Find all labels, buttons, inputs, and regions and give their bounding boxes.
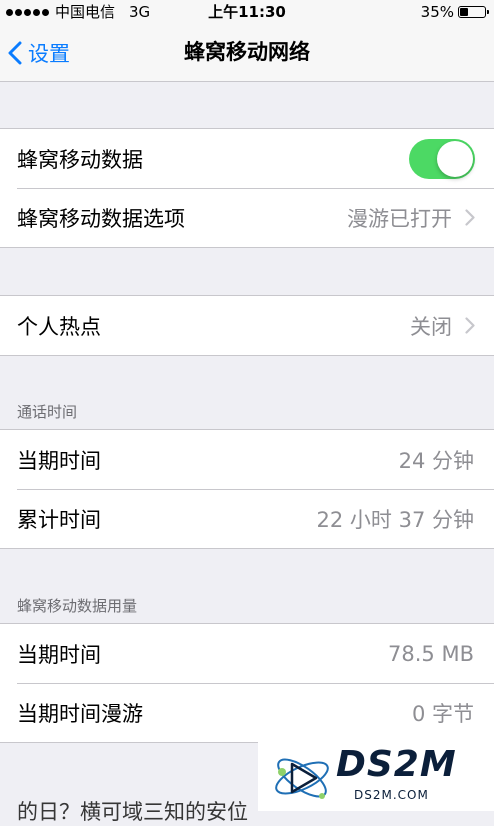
data-usage-header: 蜂窝移动数据用量	[17, 597, 138, 615]
hotspot-group: 个人热点 关闭	[0, 295, 494, 356]
battery-icon	[458, 6, 489, 18]
cellular-data-options-label: 蜂窝移动数据选项	[17, 206, 185, 231]
cellular-data-group: 蜂窝移动数据 蜂窝移动数据选项 漫游已打开	[0, 128, 494, 248]
cellular-data-options-row[interactable]: 蜂窝移动数据选项 漫游已打开	[0, 188, 494, 247]
call-time-current-row: 当期时间 24 分钟	[0, 430, 494, 489]
watermark-url: DS2M.COM	[354, 788, 429, 802]
data-usage-current-value: 78.5 MB	[388, 641, 474, 666]
chevron-right-icon	[465, 317, 475, 334]
battery-percent: 35%	[420, 3, 454, 21]
personal-hotspot-value: 关闭	[410, 314, 452, 339]
chevron-right-icon	[465, 209, 475, 226]
atom-logo-icon	[275, 758, 329, 799]
cellular-data-toggle[interactable]	[409, 139, 475, 179]
watermark-text: DS2M	[336, 744, 457, 785]
watermark-logo: DS2M DS2M.COM	[258, 742, 494, 811]
navigation-bar: 设置 蜂窝移动网络	[0, 24, 494, 82]
call-time-header: 通话时间	[17, 403, 78, 421]
data-usage-roaming-value: 0 字节	[411, 701, 474, 726]
call-time-lifetime-label: 累计时间	[17, 507, 101, 532]
status-bar: 中国电信 3G 上午11:30 35%	[0, 0, 494, 24]
page-title: 蜂窝移动网络	[184, 40, 310, 64]
data-usage-group: 当期时间 78.5 MB 当期时间漫游 0 字节	[0, 623, 494, 743]
toggle-knob	[437, 141, 473, 177]
data-usage-roaming-label: 当期时间漫游	[17, 701, 143, 726]
call-time-current-label: 当期时间	[17, 448, 101, 473]
call-time-current-value: 24 分钟	[398, 448, 474, 473]
personal-hotspot-label: 个人热点	[17, 314, 101, 339]
cellular-data-options-value: 漫游已打开	[347, 206, 452, 231]
status-right: 35%	[420, 0, 489, 24]
call-time-group: 当期时间 24 分钟 累计时间 22 小时 37 分钟	[0, 429, 494, 549]
data-usage-current-label: 当期时间	[17, 642, 101, 667]
partial-row-text: 的日？横可域三知的安位	[17, 800, 248, 824]
call-time-lifetime-value: 22 小时 37 分钟	[316, 507, 474, 532]
data-usage-current-row: 当期时间 78.5 MB	[0, 624, 494, 683]
cellular-data-row: 蜂窝移动数据	[0, 129, 494, 188]
data-usage-roaming-row: 当期时间漫游 0 字节	[0, 683, 494, 742]
cellular-data-label: 蜂窝移动数据	[17, 147, 143, 172]
personal-hotspot-row[interactable]: 个人热点 关闭	[0, 296, 494, 355]
call-time-lifetime-row: 累计时间 22 小时 37 分钟	[0, 489, 494, 548]
